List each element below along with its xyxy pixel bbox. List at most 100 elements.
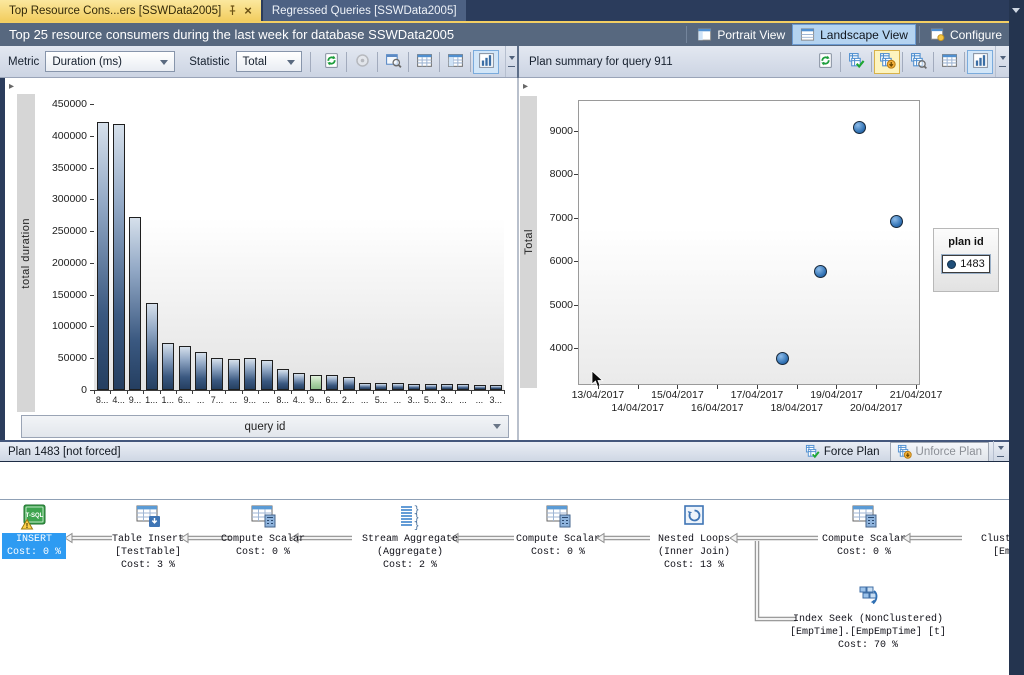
- bar[interactable]: [146, 303, 158, 390]
- y-axis-tick: [574, 305, 578, 306]
- plan-title: Plan 1483 [not forced]: [8, 446, 121, 458]
- execution-plan-canvas[interactable]: T-SQL!INSERTCost: 0 %Table Insert[TestTa…: [0, 499, 1009, 675]
- plan-node-clustered[interactable]: Clustered[Emp]: [920, 504, 1009, 559]
- x-axis-tick: [160, 390, 161, 394]
- bar-chart-plot-area: [94, 104, 504, 390]
- toolbar-overflow-button[interactable]: [993, 441, 1007, 462]
- divider: [933, 52, 934, 72]
- view-query-text-icon: [385, 52, 402, 72]
- toolbar-grid-metrics-button[interactable]: [411, 50, 437, 74]
- bar[interactable]: [277, 369, 289, 390]
- bar[interactable]: [359, 383, 371, 390]
- chevron-right-icon[interactable]: ▸: [9, 81, 14, 92]
- toolbar-view-query-text-button[interactable]: [380, 50, 406, 74]
- x-axis-tick: [373, 390, 374, 394]
- y-axis-tick-label: 100000: [35, 320, 87, 332]
- unforce-plan-button[interactable]: Unforce Plan: [890, 442, 989, 462]
- bar[interactable]: [261, 360, 273, 390]
- portrait-view-button[interactable]: Portrait View: [690, 24, 792, 45]
- x-axis-tick: [110, 390, 111, 394]
- bar[interactable]: [326, 375, 338, 390]
- plan-toolbar-compare-plans-button[interactable]: [905, 50, 931, 74]
- plan-node-nested-loops[interactable]: Nested Loops(Inner Join)Cost: 13 %: [606, 504, 782, 572]
- divider: [470, 52, 471, 72]
- x-axis-tick: [209, 390, 210, 394]
- nested-loops-icon: [606, 504, 782, 531]
- bar[interactable]: [162, 343, 174, 390]
- landscape-view-button[interactable]: Landscape View: [792, 24, 916, 45]
- toolbar-auto-refresh-button[interactable]: [349, 50, 375, 74]
- plan-summary-chart-panel: ▸ Total plan id 1483 4000500060007000800…: [519, 78, 1009, 440]
- toolbar-chart-view-button[interactable]: [473, 50, 499, 74]
- refresh-icon: [817, 52, 834, 72]
- plan-id-legend: plan id 1483: [933, 228, 999, 292]
- y-axis-tick-label: 200000: [35, 257, 87, 269]
- metric-combo[interactable]: Duration (ms): [45, 51, 175, 72]
- x-axis-tick: [242, 390, 243, 394]
- y-axis-tick: [90, 168, 94, 169]
- x-axis-tick-label: 17/04/2017: [731, 389, 784, 401]
- plan-node-index-seek[interactable]: Index Seek (NonClustered)[EmpTime].[EmpE…: [780, 584, 956, 652]
- metric-toolbar: Metric Duration (ms) Statistic Total: [0, 46, 517, 78]
- bar-selected-query[interactable]: [310, 375, 322, 390]
- query-id-axis-combo[interactable]: query id: [21, 415, 509, 438]
- y-axis-tick-label: 9000: [539, 125, 573, 137]
- divider: [377, 52, 378, 72]
- bar[interactable]: [244, 358, 256, 390]
- toolbar-overflow-button[interactable]: [995, 46, 1009, 77]
- bar[interactable]: [211, 358, 223, 390]
- chevron-right-icon[interactable]: ▸: [523, 81, 528, 92]
- bar[interactable]: [392, 383, 404, 390]
- y-axis-tick: [574, 131, 578, 132]
- auto-refresh-icon: [354, 52, 371, 72]
- bar[interactable]: [228, 359, 240, 390]
- y-axis-tick-label: 150000: [35, 289, 87, 301]
- plan-toolbar-chart-view-button[interactable]: [967, 50, 993, 74]
- force-plan-button[interactable]: Force Plan: [799, 443, 886, 461]
- divider: [919, 26, 920, 43]
- chevron-down-icon[interactable]: [1012, 8, 1020, 17]
- bar[interactable]: [293, 373, 305, 390]
- y-axis-tick-label: 0: [35, 384, 87, 396]
- left-toolbar-buttons: [318, 50, 499, 74]
- y-axis-tick: [90, 263, 94, 264]
- plan-data-point[interactable]: [853, 121, 866, 134]
- x-axis-tick: [356, 390, 357, 394]
- window-right-edge: [1009, 0, 1024, 675]
- legend-item-plan[interactable]: 1483: [942, 255, 990, 273]
- bar[interactable]: [129, 217, 141, 390]
- x-axis-tick: [406, 390, 407, 394]
- bar[interactable]: [179, 346, 191, 390]
- toolbar-overflow-button[interactable]: [505, 46, 517, 77]
- legend-title: plan id: [934, 236, 998, 248]
- statistic-combo[interactable]: Total: [236, 51, 302, 72]
- unforce-plan-icon: [879, 52, 896, 72]
- statistic-label: Statistic: [189, 56, 229, 68]
- toolbar-grid-all-button[interactable]: [442, 50, 468, 74]
- grid-view-icon: [941, 52, 958, 72]
- tab-regressed-queries[interactable]: Regressed Queries [SSWData2005]: [263, 0, 466, 21]
- pin-icon[interactable]: [228, 5, 237, 16]
- configure-button[interactable]: Configure: [923, 24, 1009, 45]
- tab-top-resource-consumers[interactable]: Top Resource Cons...ers [SSWData2005]×: [0, 0, 261, 21]
- toolbar-refresh-button[interactable]: [318, 50, 344, 74]
- close-icon[interactable]: ×: [244, 6, 252, 16]
- bar[interactable]: [113, 124, 125, 390]
- bar[interactable]: [195, 352, 207, 390]
- plan-toolbar-unforce-plan-button[interactable]: [874, 50, 900, 74]
- x-axis-tick: [438, 390, 439, 394]
- plan-data-point[interactable]: [890, 215, 903, 228]
- x-axis-tick: [225, 390, 226, 394]
- x-axis-tick: [176, 390, 177, 394]
- bar[interactable]: [343, 377, 355, 390]
- chart-view-icon: [972, 52, 989, 72]
- plan-toolbar-force-plan-button[interactable]: [843, 50, 869, 74]
- y-axis-tick: [574, 218, 578, 219]
- bar[interactable]: [375, 383, 387, 390]
- plan-toolbar-refresh-button[interactable]: [812, 50, 838, 74]
- plan-header-bar: Plan 1483 [not forced] Force Plan Unforc…: [0, 440, 1009, 461]
- x-axis-tick-label: 15/04/2017: [651, 389, 704, 401]
- bar[interactable]: [97, 122, 109, 390]
- plan-toolbar-grid-view-button[interactable]: [936, 50, 962, 74]
- query-text-pane[interactable]: Query 1: Query cost (relative to the bat…: [0, 461, 1009, 499]
